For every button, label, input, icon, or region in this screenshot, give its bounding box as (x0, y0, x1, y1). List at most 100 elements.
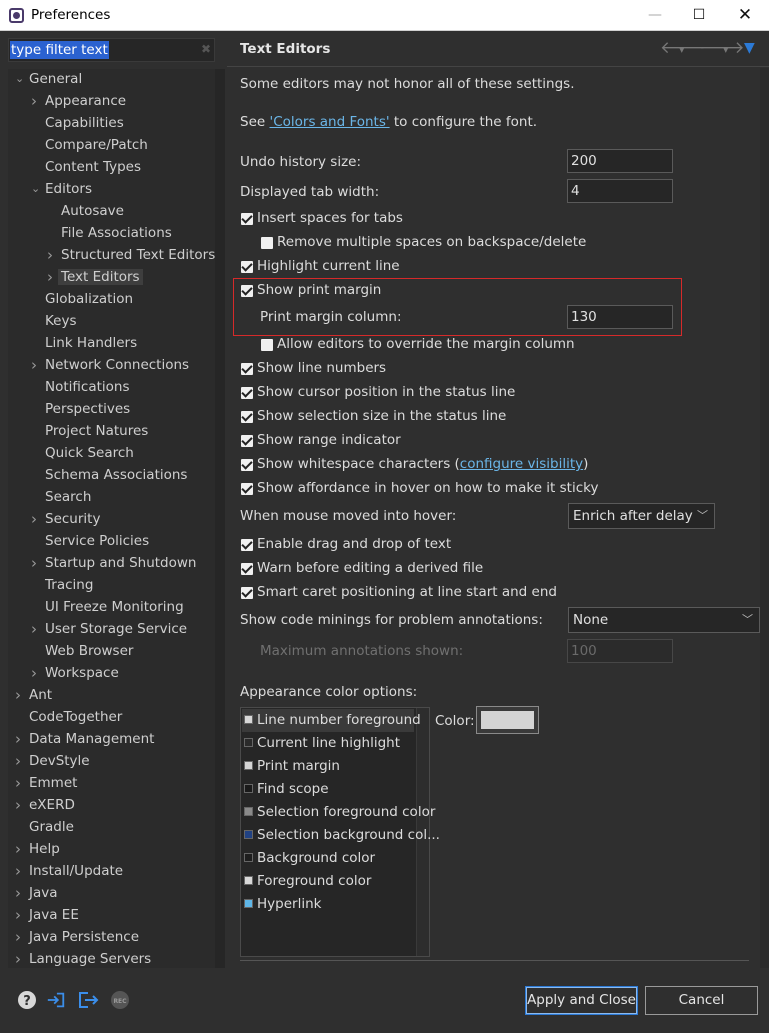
tree-item[interactable]: Link Handlers (45, 332, 137, 354)
import-icon[interactable] (46, 990, 66, 1010)
tree-item[interactable]: Autosave (61, 200, 124, 222)
tree-item[interactable]: CodeTogether (29, 706, 122, 728)
tree-item[interactable]: Service Policies (45, 530, 149, 552)
preference-tree[interactable]: ⌄ General › Appearance Capabilities Compare/P… (8, 69, 215, 968)
chevron-right-icon[interactable]: › (31, 508, 37, 530)
tree-item[interactable]: › Emmet (15, 772, 77, 794)
color-option-item[interactable]: Current line highlight (244, 732, 400, 755)
view-menu-icon[interactable]: ▼ (744, 40, 755, 56)
tree-item[interactable]: Project Natures (45, 420, 148, 442)
tree-item[interactable]: › Data Management (15, 728, 154, 750)
tree-item[interactable]: Globalization (45, 288, 133, 310)
tree-item[interactable]: › Java EE (15, 904, 79, 926)
apply-and-close-button[interactable]: Apply and Close (525, 986, 638, 1015)
tree-item[interactable]: › Ant (15, 684, 52, 706)
chevron-right-icon[interactable]: › (15, 882, 21, 904)
tree-item[interactable]: › Structured Text Editors (47, 244, 215, 266)
tree-item[interactable]: Keys (45, 310, 77, 332)
chevron-right-icon[interactable]: › (15, 860, 21, 882)
tree-item[interactable]: Capabilities (45, 112, 124, 134)
tree-item[interactable]: › Startup and Shutdown (31, 552, 197, 574)
highlight-line-checkbox[interactable] (241, 261, 253, 273)
warn-derived-checkbox[interactable] (241, 563, 253, 575)
tree-item[interactable]: › Appearance (31, 90, 126, 112)
chevron-right-icon[interactable]: › (15, 772, 21, 794)
tree-item[interactable]: › Text Editors (47, 266, 143, 288)
maximize-button[interactable]: ☐ (684, 4, 714, 26)
tree-item[interactable]: Tracing (45, 574, 93, 596)
configure-visibility-link[interactable]: configure visibility (460, 456, 583, 472)
drag-drop-checkbox[interactable] (241, 539, 253, 551)
clear-filter-icon[interactable]: ✖ (201, 42, 211, 56)
tree-item[interactable]: UI Freeze Monitoring (45, 596, 184, 618)
color-option-item[interactable]: Find scope (244, 778, 329, 801)
close-button[interactable]: ✕ (730, 4, 760, 26)
tab-width-input[interactable]: 4 (567, 179, 673, 203)
show-affordance-checkbox[interactable] (241, 483, 253, 495)
show-cursor-position-checkbox[interactable] (241, 387, 253, 399)
tree-item[interactable]: Quick Search (45, 442, 134, 464)
color-option-item[interactable]: Hyperlink (244, 893, 321, 916)
tree-item[interactable]: Web Browser (45, 640, 133, 662)
tree-item[interactable]: Compare/Patch (45, 134, 148, 156)
smart-caret-checkbox[interactable] (241, 587, 253, 599)
chevron-right-icon[interactable]: › (15, 794, 21, 816)
tree-item[interactable]: Perspectives (45, 398, 130, 420)
record-icon[interactable]: REC (110, 990, 130, 1010)
tree-item[interactable]: File Associations (61, 222, 172, 244)
chevron-right-icon[interactable]: › (15, 838, 21, 860)
tree-item[interactable]: › DevStyle (15, 750, 90, 772)
chevron-right-icon[interactable]: › (31, 354, 37, 376)
chevron-right-icon[interactable]: › (31, 90, 37, 112)
color-option-item[interactable]: Selection background col... (244, 824, 440, 847)
tree-item[interactable]: › Java (15, 882, 58, 904)
show-print-margin-checkbox[interactable] (241, 285, 253, 297)
tree-item[interactable]: ⌄ General (15, 69, 82, 90)
back-menu-icon[interactable]: ▾ (679, 43, 685, 56)
tree-scrollbar[interactable] (215, 69, 225, 968)
chevron-right-icon[interactable]: › (15, 904, 21, 926)
chevron-right-icon[interactable]: › (31, 662, 37, 684)
tree-item[interactable]: › eXERD (15, 794, 75, 816)
chevron-right-icon[interactable]: › (31, 618, 37, 640)
cancel-button[interactable]: Cancel (645, 986, 758, 1015)
remove-spaces-checkbox[interactable] (261, 237, 273, 249)
undo-history-input[interactable]: 200 (567, 149, 673, 173)
forward-menu-icon[interactable]: ▾ (723, 43, 729, 56)
show-selection-size-checkbox[interactable] (241, 411, 253, 423)
tree-item[interactable]: Notifications (45, 376, 130, 398)
show-line-numbers-checkbox[interactable] (241, 363, 253, 375)
color-option-item[interactable]: Selection foreground color (244, 801, 435, 824)
appearance-color-list[interactable]: Line number foreground Current line highl… (240, 707, 440, 957)
tree-item[interactable]: › User Storage Service (31, 618, 187, 640)
chevron-right-icon[interactable]: › (15, 926, 21, 948)
tree-item[interactable]: › Java Persistence (15, 926, 139, 948)
max-annotations-input[interactable]: 100 (567, 639, 673, 663)
chevron-right-icon[interactable]: › (15, 750, 21, 772)
chevron-right-icon[interactable]: › (31, 552, 37, 574)
chevron-right-icon[interactable]: › (15, 728, 21, 750)
chevron-right-icon[interactable]: › (15, 948, 21, 968)
tree-item[interactable]: Search (45, 486, 91, 508)
code-minings-select[interactable]: None ﹀ (568, 607, 760, 633)
allow-override-checkbox[interactable] (261, 339, 273, 351)
show-whitespace-checkbox[interactable] (241, 459, 253, 471)
chevron-right-icon[interactable]: › (15, 684, 21, 706)
insert-spaces-checkbox[interactable] (241, 213, 253, 225)
hover-select[interactable]: Enrich after delay ﹀ (568, 503, 715, 529)
tree-item[interactable]: Schema Associations (45, 464, 187, 486)
chevron-right-icon[interactable]: › (47, 266, 53, 288)
tree-item[interactable]: › Security (31, 508, 100, 530)
chevron-down-icon[interactable]: ⌄ (15, 69, 24, 90)
tree-item[interactable]: › Language Servers (15, 948, 151, 968)
tree-item[interactable]: Content Types (45, 156, 141, 178)
tree-item[interactable]: ⌄ Editors (31, 178, 92, 200)
tree-item[interactable]: › Network Connections (31, 354, 189, 376)
tree-item[interactable]: › Help (15, 838, 60, 860)
chevron-right-icon[interactable]: › (47, 244, 53, 266)
color-option-item[interactable]: Foreground color (244, 870, 371, 893)
tree-item[interactable]: › Workspace (31, 662, 119, 684)
minimize-button[interactable]: — (640, 4, 670, 26)
content-scrollbar[interactable] (760, 68, 769, 968)
colors-and-fonts-link[interactable]: 'Colors and Fonts' (269, 114, 389, 130)
